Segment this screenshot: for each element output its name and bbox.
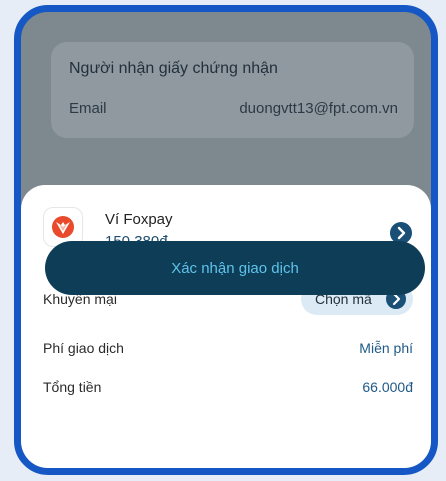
email-value: duongvtt13@fpt.com.vn: [239, 100, 398, 117]
recipient-card: Người nhận giấy chứng nhận Email duongvt…: [51, 42, 414, 138]
phone-frame: Người nhận giấy chứng nhận Email duongvt…: [14, 5, 438, 475]
payment-sheet: Ví Foxpay 150.380đ Khuyến mại Chọn mã Ph…: [21, 185, 431, 468]
confirm-transaction-button[interactable]: Xác nhận giao dịch: [45, 241, 425, 295]
recipient-title: Người nhận giấy chứng nhận: [69, 60, 278, 77]
email-label: Email: [69, 100, 107, 117]
wallet-name: Ví Foxpay: [105, 211, 173, 228]
fee-label: Phí giao dịch: [43, 340, 124, 356]
total-label: Tổng tiền: [43, 379, 102, 395]
fee-value: Miễn phí: [359, 340, 413, 356]
total-value: 66.000đ: [362, 379, 413, 395]
confirm-transaction-label: Xác nhận giao dịch: [171, 259, 299, 277]
